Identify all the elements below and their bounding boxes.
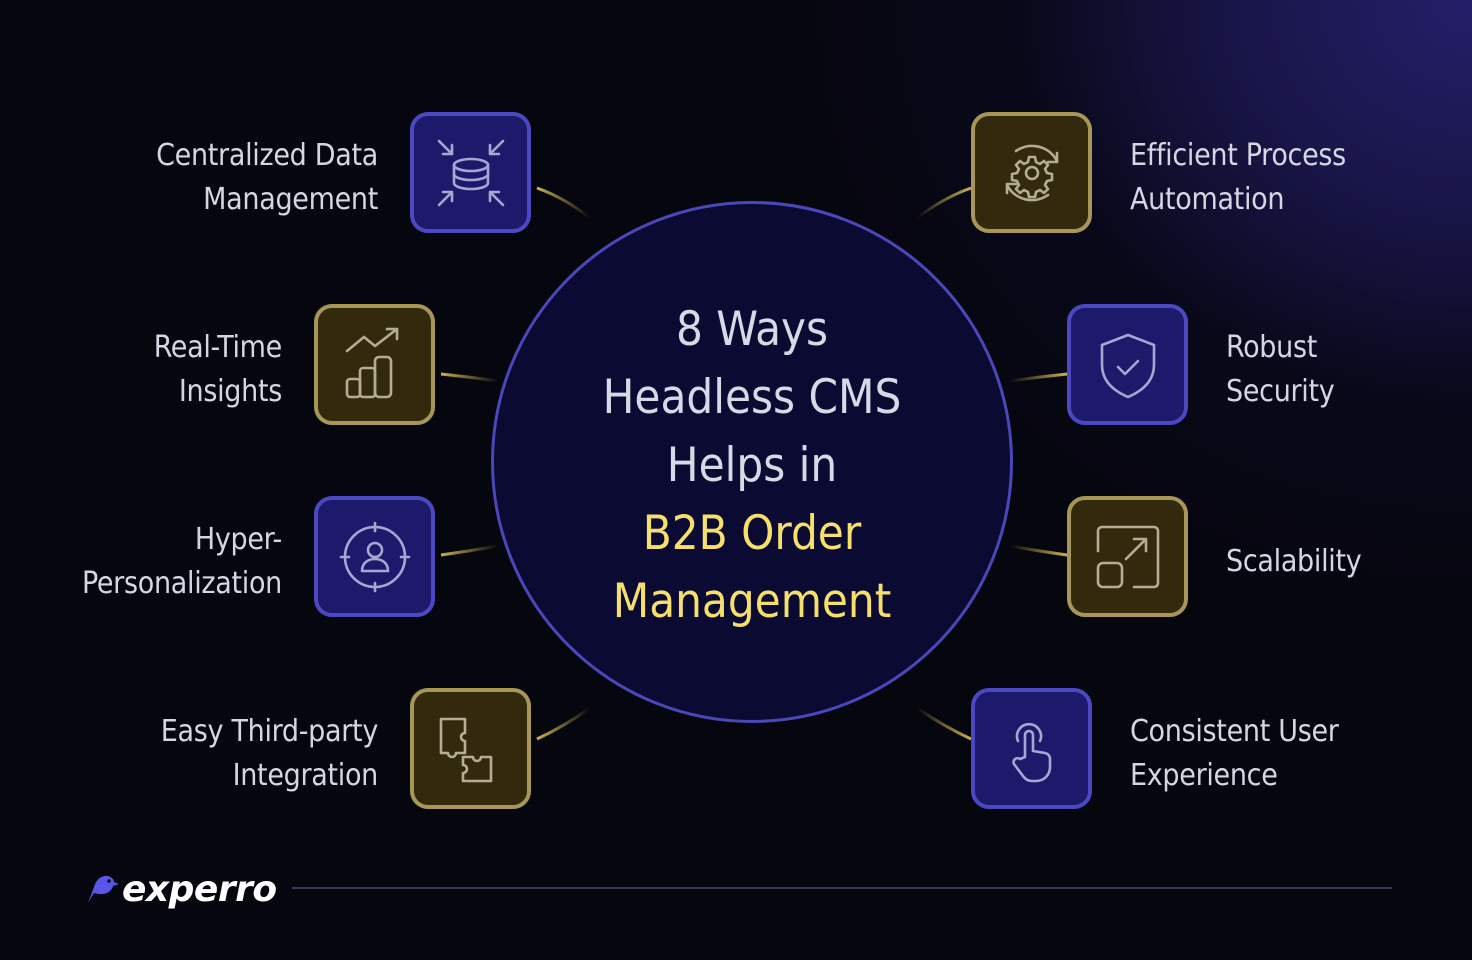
touch-hand-icon [1011,722,1051,782]
feature-label-third-party: Easy Third-party Integration [160,710,379,798]
feature-label-line: Scalability [1226,544,1362,579]
title-line-2: Headless CMS [602,370,902,425]
feature-label-line: Efficient Process [1130,138,1346,173]
feature-tile-user-experience [971,688,1092,809]
connector-scalability [1009,544,1068,557]
footer-divider [292,887,1392,889]
feature-label-automation: Efficient Process Automation [1130,134,1346,222]
feature-label-centralized-data: Centralized Data Management [156,134,378,222]
connector-third-party [536,706,591,741]
feature-label-line: Consistent User [1130,714,1339,749]
shield-check-icon [1100,333,1155,398]
feature-label-user-experience: Consistent User Experience [1130,710,1339,798]
feature-label-security: Robust Security [1226,326,1335,414]
connector-user-experience [916,706,972,741]
growth-chart-icon [345,327,398,398]
brand-logo[interactable]: experro [86,864,277,914]
feature-label-line: Security [1226,374,1335,409]
feature-label-line: Real-Time [153,330,283,365]
feature-tile-centralized-data [410,112,531,233]
title-highlight-2: Management [612,574,892,629]
database-converge-icon [437,139,504,206]
feature-label-real-time: Real-Time Insights [153,326,283,414]
gear-cycle-icon [1005,144,1058,201]
feature-tile-real-time [314,304,435,425]
puzzle-pieces-icon [439,717,492,782]
scale-up-icon [1096,525,1159,588]
brand-name: experro [122,868,277,910]
feature-label-line: Management [203,182,378,217]
connector-hyper-personalization [440,544,499,557]
connector-automation [916,186,972,220]
connector-real-time [440,372,499,383]
feature-label-line: Integration [232,758,379,793]
title-highlight-1: B2B Order [642,506,862,561]
feature-label-line: Robust [1226,330,1317,365]
feature-label-line: Easy Third-party [160,714,379,749]
page-title: 8 Ways Headless CMS Helps in B2B Order M… [491,296,1013,636]
user-target-icon [339,521,410,592]
feature-tile-automation [971,112,1092,233]
feature-label-line: Insights [178,374,282,409]
bird-logo-icon [88,875,119,903]
title-line-1: 8 Ways [675,302,829,357]
feature-tile-scalability [1067,496,1188,617]
feature-label-line: Personalization [81,566,282,601]
feature-tile-hyper-personalization [314,496,435,617]
feature-label-line: Experience [1130,758,1278,793]
feature-tile-third-party [410,688,531,809]
feature-label-line: Hyper- [194,522,282,557]
feature-tile-security [1067,304,1188,425]
connector-security [1009,372,1068,383]
title-line-3: Helps in [666,438,838,493]
feature-label-scalability: Scalability [1226,540,1362,584]
connector-centralized-data [536,186,591,220]
feature-label-line: Centralized Data [156,138,378,173]
feature-label-hyper-personalization: Hyper- Personalization [82,518,282,606]
feature-label-line: Automation [1130,182,1285,217]
